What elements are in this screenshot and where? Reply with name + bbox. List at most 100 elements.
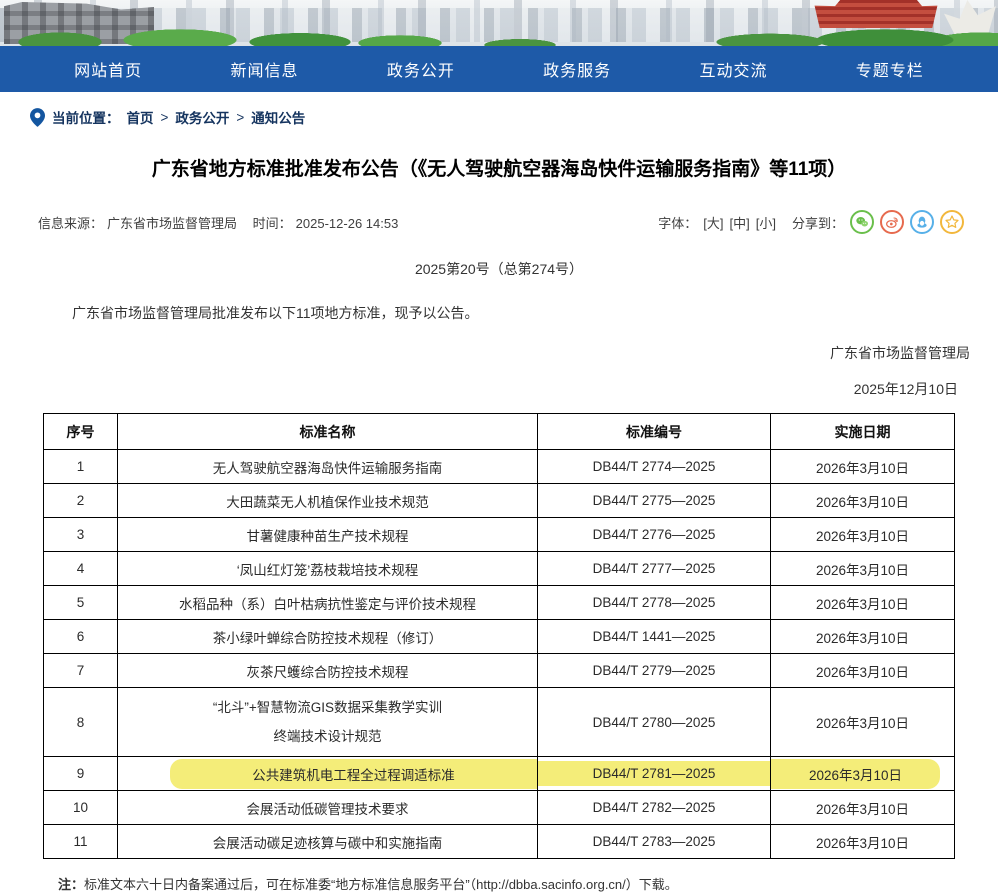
- share-label: 分享到：: [792, 213, 844, 232]
- highlight-band: 2026年3月10日: [771, 759, 940, 789]
- share-qq-icon[interactable]: [910, 210, 934, 234]
- cell-implementation-date: 2026年3月10日: [771, 654, 955, 688]
- table-row: 4 ‘凤山红灯笼’荔枝栽培技术规程 DB44/T 2777—2025 2026年…: [44, 552, 955, 586]
- cell-standard-name: 水稻品种（系）白叶枯病抗性鉴定与评价技术规程: [118, 586, 538, 620]
- cell-seq: 5: [44, 586, 118, 620]
- cell-seq: 3: [44, 518, 118, 552]
- time-value: 2025-12-26 14:53: [296, 216, 399, 231]
- document-number: 2025第20号（总第274号）: [0, 259, 998, 279]
- cell-standard-code: DB44/T 2776—2025: [538, 518, 771, 552]
- share-wechat-icon[interactable]: [850, 210, 874, 234]
- breadcrumb-label: 当前位置：: [52, 107, 120, 127]
- table-row: 1 无人驾驶航空器海岛快件运输服务指南 DB44/T 2774—2025 202…: [44, 450, 955, 484]
- article-source-time: 信息来源： 广东省市场监督管理局 时间： 2025-12-26 14:53: [38, 213, 402, 232]
- cell-implementation-date: 2026年3月10日: [771, 552, 955, 586]
- font-size-small-button[interactable]: [小]: [756, 213, 776, 232]
- cell-seq: 1: [44, 450, 118, 484]
- main-navigation: 网站首页 新闻信息 政务公开 政务服务 互动交流 专题专栏: [0, 46, 998, 92]
- footnote: 注：标准文本六十日内备案通过后，可在标准委“地方标准信息服务平台”（http:/…: [58, 874, 998, 893]
- nav-item-special-columns[interactable]: 专题专栏: [856, 57, 924, 81]
- nav-item-gov-disclosure[interactable]: 政务公开: [387, 57, 455, 81]
- cell-standard-code: DB44/T 2783—2025: [538, 825, 771, 859]
- share-weibo-icon[interactable]: [880, 210, 904, 234]
- breadcrumb-separator: >: [236, 110, 244, 125]
- cell-standard-name: 会展活动碳足迹核算与碳中和实施指南: [118, 825, 538, 859]
- header-banner-image: [0, 0, 998, 46]
- breadcrumb-gov-disclosure[interactable]: 政务公开: [175, 107, 229, 127]
- font-size-medium-button[interactable]: [中]: [730, 213, 750, 232]
- table-row: 11 会展活动碳足迹核算与碳中和实施指南 DB44/T 2783—2025 20…: [44, 825, 955, 859]
- nav-item-gov-services[interactable]: 政务服务: [543, 57, 611, 81]
- standards-table: 序号 标准名称 标准编号 实施日期 1 无人驾驶航空器海岛快件运输服务指南 DB…: [43, 413, 955, 859]
- highlight-band: DB44/T 2781—2025: [536, 761, 772, 786]
- cell-standard-code: DB44/T 2778—2025: [538, 586, 771, 620]
- cell-seq: 7: [44, 654, 118, 688]
- breadcrumb-notices[interactable]: 通知公告: [251, 107, 305, 127]
- cell-implementation-date: 2026年3月10日: [771, 688, 955, 757]
- share-qzone-icon[interactable]: [940, 210, 964, 234]
- cell-seq: 4: [44, 552, 118, 586]
- cell-seq: 9: [44, 757, 118, 791]
- table-row: 2 大田蔬菜无人机植保作业技术规范 DB44/T 2775—2025 2026年…: [44, 484, 955, 518]
- breadcrumb-home[interactable]: 首页: [127, 107, 154, 127]
- cell-standard-code: DB44/T 2774—2025: [538, 450, 771, 484]
- cell-seq: 2: [44, 484, 118, 518]
- nav-item-home[interactable]: 网站首页: [74, 57, 142, 81]
- cell-standard-code: DB44/T 2777—2025: [538, 552, 771, 586]
- cell-standard-name: 公共建筑机电工程全过程调适标准: [118, 757, 538, 791]
- cell-implementation-date: 2026年3月10日: [771, 518, 955, 552]
- table-row: 7 灰茶尺蠖综合防控技术规程 DB44/T 2779—2025 2026年3月1…: [44, 654, 955, 688]
- cell-seq: 8: [44, 688, 118, 757]
- location-pin-icon: [30, 108, 45, 127]
- cell-standard-code: DB44/T 1441—2025: [538, 620, 771, 654]
- time-label: 时间：: [253, 216, 292, 231]
- header-implementation-date: 实施日期: [771, 414, 955, 450]
- article-meta-row: 信息来源： 广东省市场监督管理局 时间： 2025-12-26 14:53 字体： …: [38, 210, 964, 234]
- cell-seq: 11: [44, 825, 118, 859]
- header-standard-name: 标准名称: [118, 414, 538, 450]
- footnote-label: 注：: [58, 877, 84, 892]
- cell-implementation-date: 2026年3月10日: [771, 620, 955, 654]
- table-row: 5 水稻品种（系）白叶枯病抗性鉴定与评价技术规程 DB44/T 2778—202…: [44, 586, 955, 620]
- nav-item-interaction[interactable]: 互动交流: [699, 57, 767, 81]
- header-standard-code: 标准编号: [538, 414, 771, 450]
- font-size-large-button[interactable]: [大]: [703, 213, 723, 232]
- cell-standard-name: “北斗”+智慧物流GIS数据采集教学实训 终端技术设计规范: [118, 688, 538, 757]
- nav-item-news[interactable]: 新闻信息: [230, 57, 298, 81]
- signature-date: 2025年12月10日: [0, 379, 958, 399]
- body-paragraph: 广东省市场监督管理局批准发布以下11项地方标准，现予以公告。: [44, 303, 954, 323]
- page-title: 广东省地方标准批准发布公告（《无人驾驶航空器海岛快件运输服务指南》等11项）: [60, 154, 938, 181]
- cell-standard-code: DB44/T 2779—2025: [538, 654, 771, 688]
- cell-implementation-date: 2026年3月10日: [771, 757, 955, 791]
- table-row-highlighted: 9 公共建筑机电工程全过程调适标准 DB44/T 2781—2025 2026年…: [44, 757, 955, 791]
- table-row: 8 “北斗”+智慧物流GIS数据采集教学实训 终端技术设计规范 DB44/T 2…: [44, 688, 955, 757]
- font-and-share-controls: 字体： [大] [中] [小] 分享到：: [658, 210, 964, 234]
- cell-implementation-date: 2026年3月10日: [771, 484, 955, 518]
- cell-standard-name: 茶小绿叶蝉综合防控技术规程（修订）: [118, 620, 538, 654]
- table-row: 10 会展活动低碳管理技术要求 DB44/T 2782—2025 2026年3月…: [44, 791, 955, 825]
- source-value: 广东省市场监督管理局: [107, 216, 237, 231]
- cell-implementation-date: 2026年3月10日: [771, 450, 955, 484]
- breadcrumb-separator: >: [161, 110, 169, 125]
- cell-standard-name: 会展活动低碳管理技术要求: [118, 791, 538, 825]
- breadcrumb: 当前位置： 首页 > 政务公开 > 通知公告: [30, 107, 998, 127]
- font-size-label: 字体：: [658, 213, 697, 232]
- cell-standard-name: 甘薯健康种苗生产技术规程: [118, 518, 538, 552]
- header-seq: 序号: [44, 414, 118, 450]
- cell-standard-name: 灰茶尺蠖综合防控技术规程: [118, 654, 538, 688]
- cell-implementation-date: 2026年3月10日: [771, 825, 955, 859]
- signature-agency: 广东省市场监督管理局: [0, 343, 970, 363]
- table-header-row: 序号 标准名称 标准编号 实施日期: [44, 414, 955, 450]
- cell-implementation-date: 2026年3月10日: [771, 791, 955, 825]
- highlight-band: 公共建筑机电工程全过程调适标准: [170, 759, 537, 789]
- table-row: 6 茶小绿叶蝉综合防控技术规程（修订） DB44/T 1441—2025 202…: [44, 620, 955, 654]
- cell-standard-code: DB44/T 2781—2025: [538, 757, 771, 791]
- cell-standard-name: 无人驾驶航空器海岛快件运输服务指南: [118, 450, 538, 484]
- trees-graphic: [0, 22, 998, 46]
- table-row: 3 甘薯健康种苗生产技术规程 DB44/T 2776—2025 2026年3月1…: [44, 518, 955, 552]
- cell-seq: 6: [44, 620, 118, 654]
- source-label: 信息来源：: [38, 216, 103, 231]
- cell-standard-name: ‘凤山红灯笼’荔枝栽培技术规程: [118, 552, 538, 586]
- cell-standard-code: DB44/T 2775—2025: [538, 484, 771, 518]
- footnote-text: 标准文本六十日内备案通过后，可在标准委“地方标准信息服务平台”（http://d…: [84, 877, 678, 892]
